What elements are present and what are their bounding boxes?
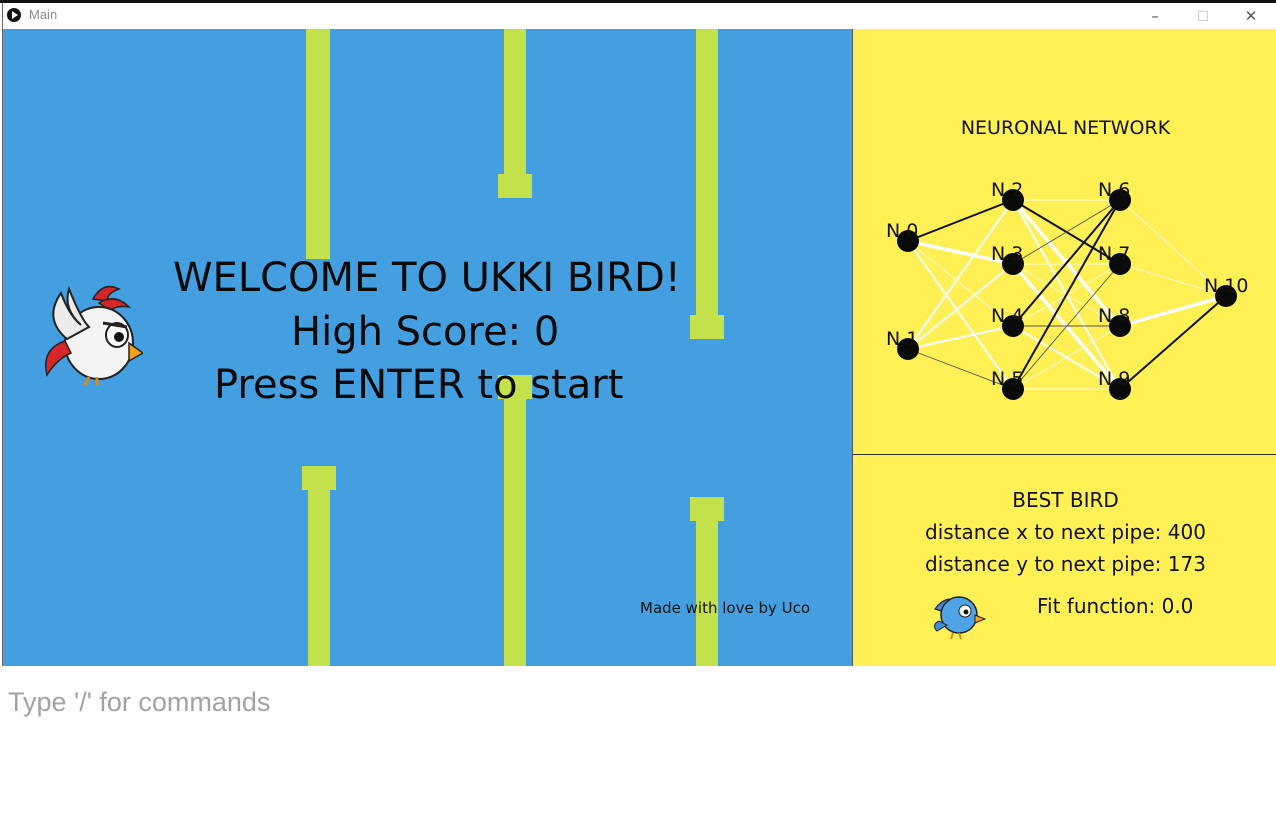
best-bird-panel: BEST BIRD distance x to next pipe: 400 d… <box>852 455 1276 666</box>
app-window: Main – □ ✕ WELCOME TO UKKI BIRD! High Sc… <box>2 3 1276 666</box>
network-nodes: N 0 N 1 N 2 N 3 N 4 N 5 N 6 N 7 N 8 N 9 N 10 <box>886 179 1248 400</box>
start-instruction: Press ENTER to start <box>214 362 624 408</box>
network-edge-0-2 <box>907 199 1014 242</box>
window-title: Main <box>29 7 58 22</box>
maximize-button[interactable]: □ <box>1183 5 1223 27</box>
pipe-top-2 <box>504 29 526 177</box>
pipe-bottom-3 <box>696 519 718 666</box>
welcome-title: WELCOME TO UKKI BIRD! <box>173 255 681 301</box>
pipe-top-1 <box>306 29 330 259</box>
network-node-label-10: N 10 <box>1204 275 1248 297</box>
distance-y-text: distance y to next pipe: 173 <box>925 552 1206 576</box>
window-titlebar: Main – □ ✕ <box>3 3 1276 30</box>
close-button[interactable]: ✕ <box>1231 5 1271 27</box>
network-node-label-0: N 0 <box>886 220 918 242</box>
network-node-label-1: N 1 <box>886 328 918 350</box>
network-node-label-9: N 9 <box>1098 368 1130 390</box>
network-diagram: N 0 N 1 N 2 N 3 N 4 N 5 N 6 N 7 N 8 N 9 N 10 <box>886 179 1248 400</box>
game-canvas[interactable]: WELCOME TO UKKI BIRD! High Score: 0 Pres… <box>3 29 852 666</box>
network-node-label-6: N 6 <box>1098 179 1130 201</box>
network-node-label-3: N 3 <box>991 243 1023 265</box>
credit-text: Made with love by Uco <box>640 599 811 617</box>
network-node-label-7: N 7 <box>1098 243 1130 265</box>
network-node-label-5: N 5 <box>991 368 1023 390</box>
network-node-label-8: N 8 <box>1098 305 1130 327</box>
best-bird-title: BEST BIRD <box>1012 488 1119 512</box>
network-edges <box>907 198 1227 391</box>
network-node-label-2: N 2 <box>991 179 1023 201</box>
network-node-label-4: N 4 <box>991 305 1023 327</box>
pipe-bottom-3-cap <box>690 497 724 521</box>
high-score-text: High Score: 0 <box>291 309 560 355</box>
app-play-icon <box>7 8 21 22</box>
neural-network-panel: NEURONAL NETWORK N 0N 1N 2N 3N 4N 5N 6N … <box>852 29 1276 455</box>
distance-x-text: distance x to next pipe: 400 <box>925 520 1206 544</box>
fit-function-text: Fit function: 0.0 <box>1037 594 1194 618</box>
best-bird-icon <box>933 596 987 640</box>
pipe-top-2-cap <box>498 174 532 198</box>
command-input[interactable] <box>8 684 608 720</box>
player-bird-icon <box>45 285 143 386</box>
pipe-bottom-1 <box>308 487 330 666</box>
pipe-bottom-2 <box>504 397 526 666</box>
minimize-button[interactable]: – <box>1135 5 1175 27</box>
